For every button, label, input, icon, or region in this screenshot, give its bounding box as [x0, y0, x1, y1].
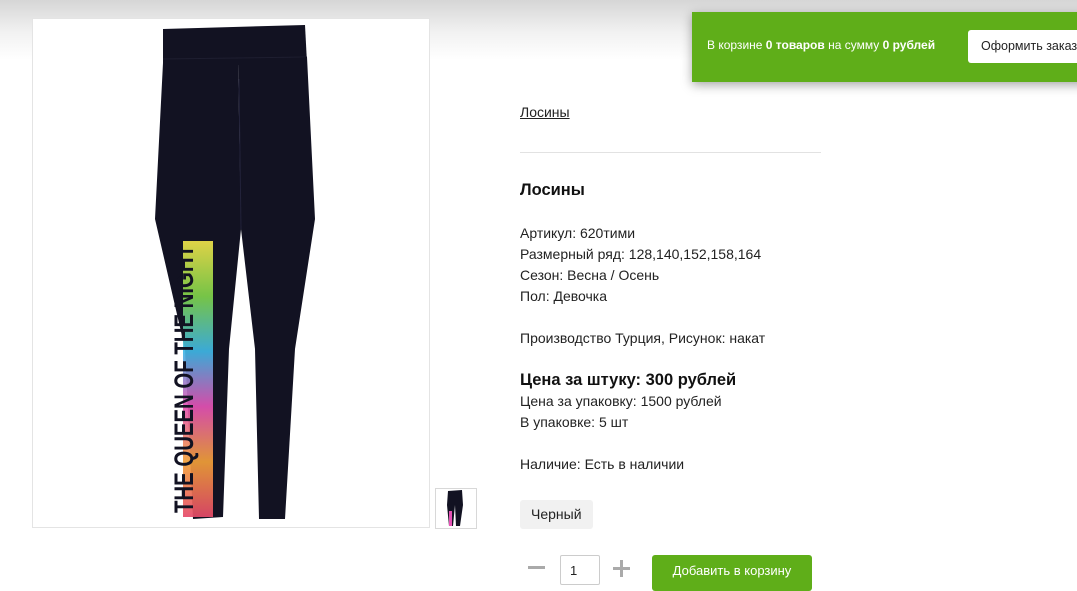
cart-item-count: 0 товаров [765, 38, 825, 52]
cart-total: 0 рублей [882, 38, 936, 52]
cart-summary: В корзине 0 товаров на сумму 0 рублей [707, 38, 936, 52]
breadcrumb-link[interactable]: Лосины [520, 104, 570, 120]
product-gender: Пол: Девочка [520, 288, 608, 304]
add-to-cart-button[interactable]: Добавить в корзину [652, 555, 812, 591]
leggings-thumbnail-image [447, 490, 463, 526]
quantity-increase-button[interactable] [613, 560, 630, 577]
product-sizes: Размерный ряд: 128,140,152,158,164 [520, 246, 762, 262]
quantity-decrease-button[interactable] [528, 566, 545, 569]
price-per-unit: Цена за штуку: 300 рублей [520, 371, 737, 389]
divider [520, 152, 821, 153]
product-article: Артикул: 620тими [520, 225, 636, 241]
svg-text:THE QUEEN OF THE NIGHT: THE QUEEN OF THE NIGHT [169, 245, 199, 513]
price-per-pack: Цена за упаковку: 1500 рублей [520, 393, 722, 409]
leggings-print: THE QUEEN OF THE NIGHT [169, 241, 213, 517]
product-thumbnail[interactable] [435, 488, 477, 529]
availability-status: Наличие: Есть в наличии [520, 456, 685, 472]
product-title: Лосины [520, 181, 585, 199]
product-origin: Производство Турция, Рисунок: накат [520, 330, 766, 346]
leggings-illustration: THE QUEEN OF THE NIGHT [155, 25, 315, 519]
product-season: Сезон: Весна / Осень [520, 267, 660, 283]
quantity-input[interactable] [560, 555, 600, 585]
product-main-image[interactable]: THE QUEEN OF THE NIGHT [32, 18, 430, 528]
color-option-black[interactable]: Черный [520, 500, 593, 529]
pack-quantity: В упаковке: 5 шт [520, 414, 629, 430]
checkout-button[interactable]: Оформить заказ [968, 30, 1077, 63]
cart-bar: В корзине 0 товаров на сумму 0 рублей Оф… [692, 12, 1077, 82]
